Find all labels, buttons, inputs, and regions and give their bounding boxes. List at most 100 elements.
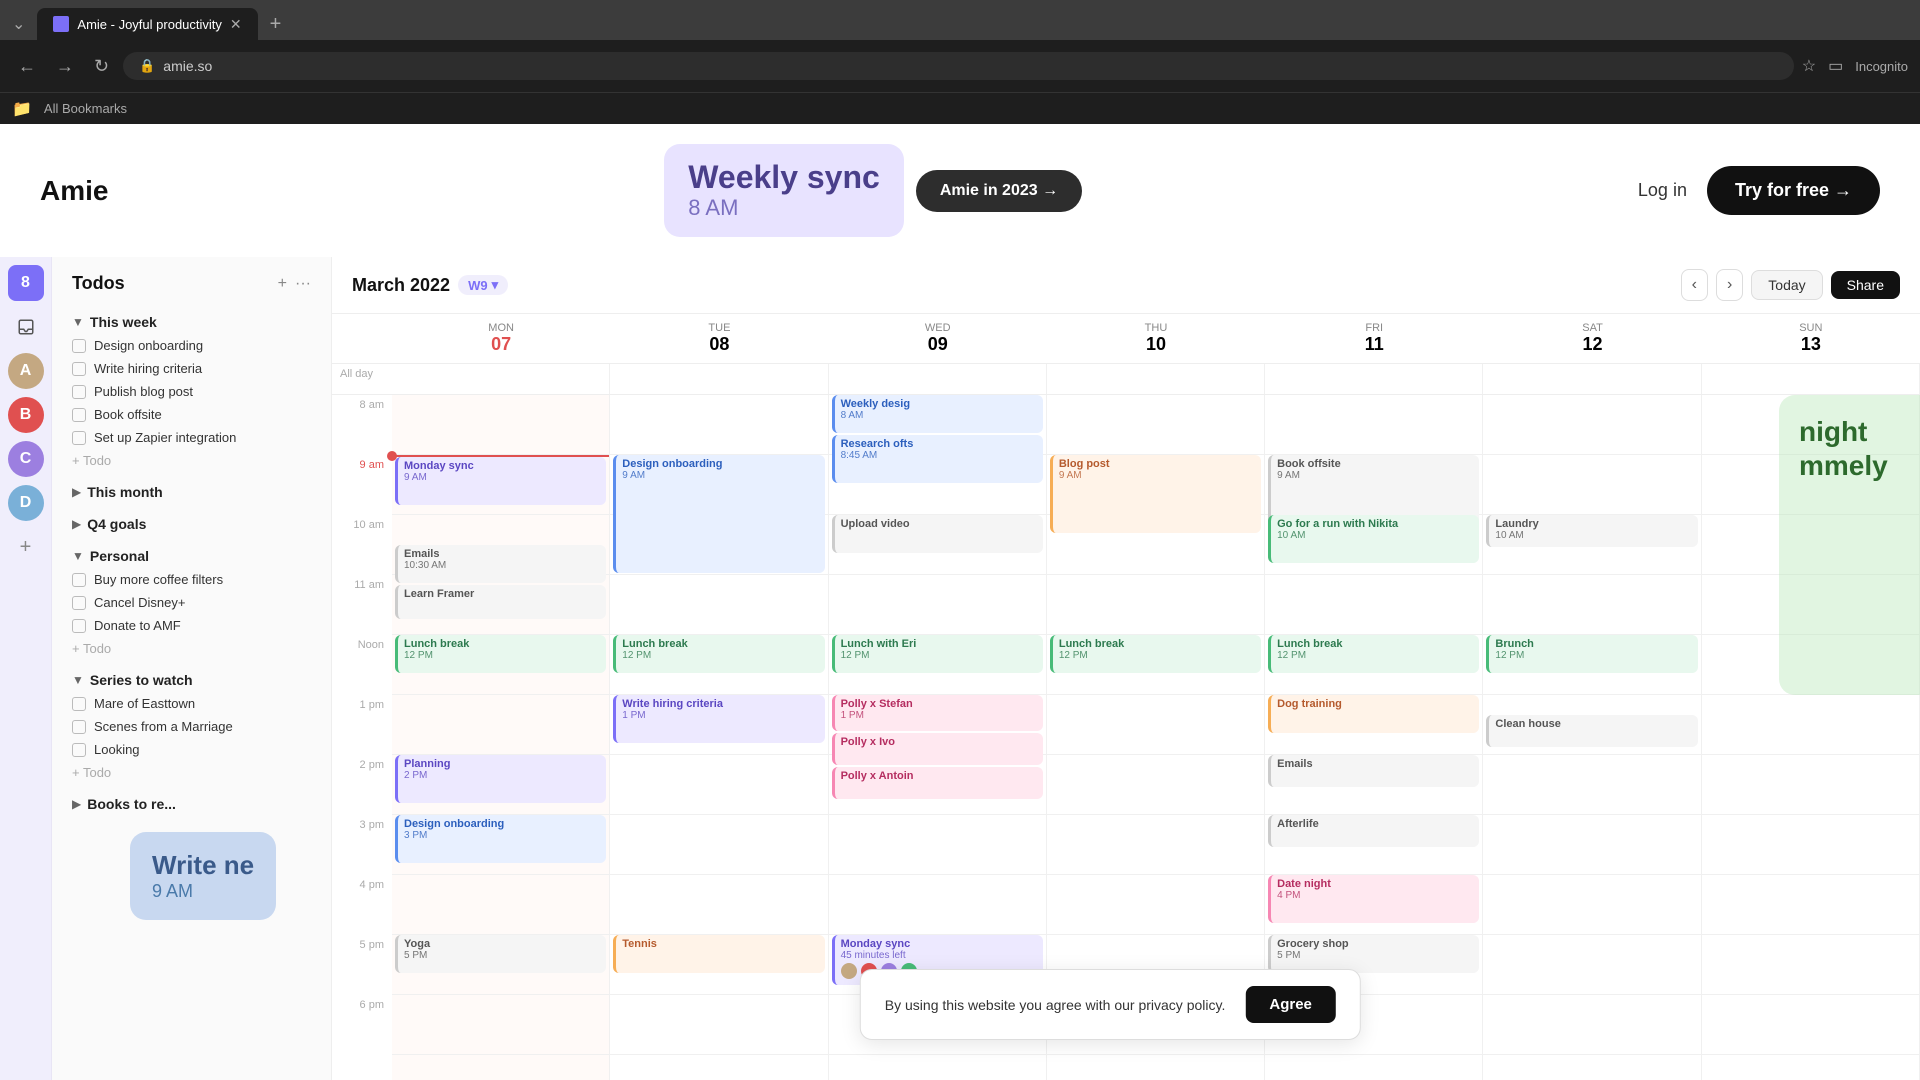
event-upload-video[interactable]: Upload video xyxy=(832,515,1043,553)
event-lunch-tue[interactable]: Lunch break 12 PM xyxy=(613,635,824,673)
event-brunch[interactable]: Brunch 12 PM xyxy=(1486,635,1697,673)
personal-arrow: ▼ xyxy=(72,549,84,563)
event-lunch-with-eri[interactable]: Lunch with Eri 12 PM xyxy=(832,635,1043,673)
app-navbar: Amie Weekly sync 8 AM Amie in 2023 → Log… xyxy=(0,124,1920,257)
this-week-header[interactable]: ▼ This week xyxy=(52,306,331,334)
try-free-button[interactable]: Try for free → xyxy=(1707,166,1880,215)
event-lunch-fri[interactable]: Lunch break 12 PM xyxy=(1268,635,1479,673)
week-badge[interactable]: W9 ▾ xyxy=(458,275,508,295)
books-header[interactable]: ▶ Books to re... xyxy=(52,788,331,816)
event-planning[interactable]: Planning 2 PM xyxy=(395,755,606,803)
todo-checkbox[interactable] xyxy=(72,362,86,376)
todo-checkbox[interactable] xyxy=(72,720,86,734)
todos-title: Todos xyxy=(72,273,125,294)
todos-more-button[interactable]: ··· xyxy=(295,275,311,293)
q4-goals-header[interactable]: ▶ Q4 goals xyxy=(52,508,331,536)
this-month-header[interactable]: ▶ This month xyxy=(52,476,331,504)
todo-checkbox[interactable] xyxy=(72,408,86,422)
todo-checkbox[interactable] xyxy=(72,743,86,757)
todo-checkbox[interactable] xyxy=(72,431,86,445)
day-col-tue[interactable]: Design onboarding 9 AM Lunch break 12 PM… xyxy=(610,395,828,1080)
allday-sun[interactable] xyxy=(1702,364,1920,394)
avatar-2[interactable]: B xyxy=(8,397,44,433)
allday-sat[interactable] xyxy=(1483,364,1701,394)
event-polly-ivo[interactable]: Polly x Ivo xyxy=(832,733,1043,765)
bookmark-icon[interactable]: ☆ xyxy=(1802,56,1816,76)
todo-checkbox[interactable] xyxy=(72,339,86,353)
personal-header[interactable]: ▼ Personal xyxy=(52,540,331,568)
this-week-add-todo[interactable]: + Todo xyxy=(52,449,331,472)
event-design-onboarding-tue[interactable]: Design onboarding 9 AM xyxy=(613,455,824,573)
app-logo[interactable]: Amie xyxy=(40,175,108,207)
allday-wed[interactable] xyxy=(829,364,1047,394)
event-research-ofts[interactable]: Research ofts 8:45 AM xyxy=(832,435,1043,483)
todo-checkbox[interactable] xyxy=(72,697,86,711)
address-bar[interactable]: 🔒 amie.so xyxy=(123,52,1794,80)
event-clean-house[interactable]: Clean house xyxy=(1486,715,1697,747)
todo-checkbox[interactable] xyxy=(72,619,86,633)
day-col-mon[interactable]: Monday sync 9 AM Emails 10:30 AM Learn F… xyxy=(392,395,610,1080)
allday-fri[interactable] xyxy=(1265,364,1483,394)
next-week-button[interactable]: › xyxy=(1716,269,1743,301)
all-bookmarks-label[interactable]: All Bookmarks xyxy=(44,101,127,116)
event-learn-framer[interactable]: Learn Framer xyxy=(395,585,606,619)
this-week-label: This week xyxy=(90,314,157,330)
nav-right: Log in Try for free → xyxy=(1638,166,1880,215)
new-tab-button[interactable]: + xyxy=(262,13,290,36)
active-tab[interactable]: Amie - Joyful productivity ✕ xyxy=(37,8,257,40)
event-date-night[interactable]: Date night 4 PM xyxy=(1268,875,1479,923)
sidebar-date[interactable]: 8 xyxy=(8,265,44,301)
sidebar-icon[interactable]: ▭ xyxy=(1828,56,1843,76)
event-emails-mon[interactable]: Emails 10:30 AM xyxy=(395,545,606,583)
todo-text: Mare of Easttown xyxy=(94,696,195,711)
tab-close-button[interactable]: ✕ xyxy=(230,16,242,33)
event-tennis-tue[interactable]: Tennis xyxy=(613,935,824,973)
event-afterlife[interactable]: Afterlife xyxy=(1268,815,1479,847)
series-header[interactable]: ▼ Series to watch xyxy=(52,664,331,692)
todo-checkbox[interactable] xyxy=(72,596,86,610)
event-emails-fri[interactable]: Emails xyxy=(1268,755,1479,787)
todos-add-button[interactable]: + xyxy=(278,275,287,293)
event-grocery-shop[interactable]: Grocery shop 5 PM xyxy=(1268,935,1479,973)
allday-mon[interactable] xyxy=(392,364,610,394)
event-polly-stefan[interactable]: Polly x Stefan 1 PM xyxy=(832,695,1043,731)
calendar-title: March 2022 W9 ▾ xyxy=(352,275,508,296)
event-lunch-mon[interactable]: Lunch break 12 PM xyxy=(395,635,606,673)
event-yoga[interactable]: Yoga 5 PM xyxy=(395,935,606,973)
bookmarks-folder-icon: 📁 xyxy=(12,99,32,119)
series-add-todo[interactable]: + Todo xyxy=(52,761,331,784)
prev-week-button[interactable]: ‹ xyxy=(1681,269,1708,301)
avatar-1[interactable]: A xyxy=(8,353,44,389)
day-headers: Mon 07 Tue 08 Wed 09 Thu xyxy=(392,314,1920,363)
todo-checkbox[interactable] xyxy=(72,573,86,587)
event-monday-sync-mon[interactable]: Monday sync 9 AM xyxy=(395,457,606,505)
inbox-icon[interactable] xyxy=(8,309,44,345)
allday-thu[interactable] xyxy=(1047,364,1265,394)
amie-2023-button[interactable]: Amie in 2023 → xyxy=(916,170,1082,212)
event-design-onboarding-mon[interactable]: Design onboarding 3 PM xyxy=(395,815,606,863)
event-dog-training[interactable]: Dog training xyxy=(1268,695,1479,733)
login-button[interactable]: Log in xyxy=(1638,180,1687,201)
event-laundry[interactable]: Laundry 10 AM xyxy=(1486,515,1697,547)
todo-checkbox[interactable] xyxy=(72,385,86,399)
day-col-sat[interactable]: Laundry 10 AM Brunch 12 PM Clean house xyxy=(1483,395,1701,1080)
avatar-4[interactable]: D xyxy=(8,485,44,521)
forward-button[interactable]: → xyxy=(50,52,80,81)
today-button[interactable]: Today xyxy=(1751,270,1822,300)
event-run-nikita[interactable]: Go for a run with Nikita 10 AM xyxy=(1268,515,1479,563)
share-button[interactable]: Share xyxy=(1831,271,1900,299)
tab-list-button[interactable]: ⌄ xyxy=(12,14,25,34)
event-write-hiring-tue[interactable]: Write hiring criteria 1 PM xyxy=(613,695,824,743)
event-lunch-thu[interactable]: Lunch break 12 PM xyxy=(1050,635,1261,673)
event-weekly-desig[interactable]: Weekly desig 8 AM xyxy=(832,395,1043,433)
personal-add-todo[interactable]: + Todo xyxy=(52,637,331,660)
back-button[interactable]: ← xyxy=(12,52,42,81)
day-col-sun[interactable]: night mmely xyxy=(1702,395,1920,1080)
event-polly-antoin[interactable]: Polly x Antoin xyxy=(832,767,1043,799)
allday-tue[interactable] xyxy=(610,364,828,394)
add-calendar-button[interactable]: + xyxy=(8,529,44,565)
event-blog-post[interactable]: Blog post 9 AM xyxy=(1050,455,1261,533)
avatar-3[interactable]: C xyxy=(8,441,44,477)
agree-button[interactable]: Agree xyxy=(1245,986,1336,1023)
reload-button[interactable]: ↻ xyxy=(88,52,115,81)
